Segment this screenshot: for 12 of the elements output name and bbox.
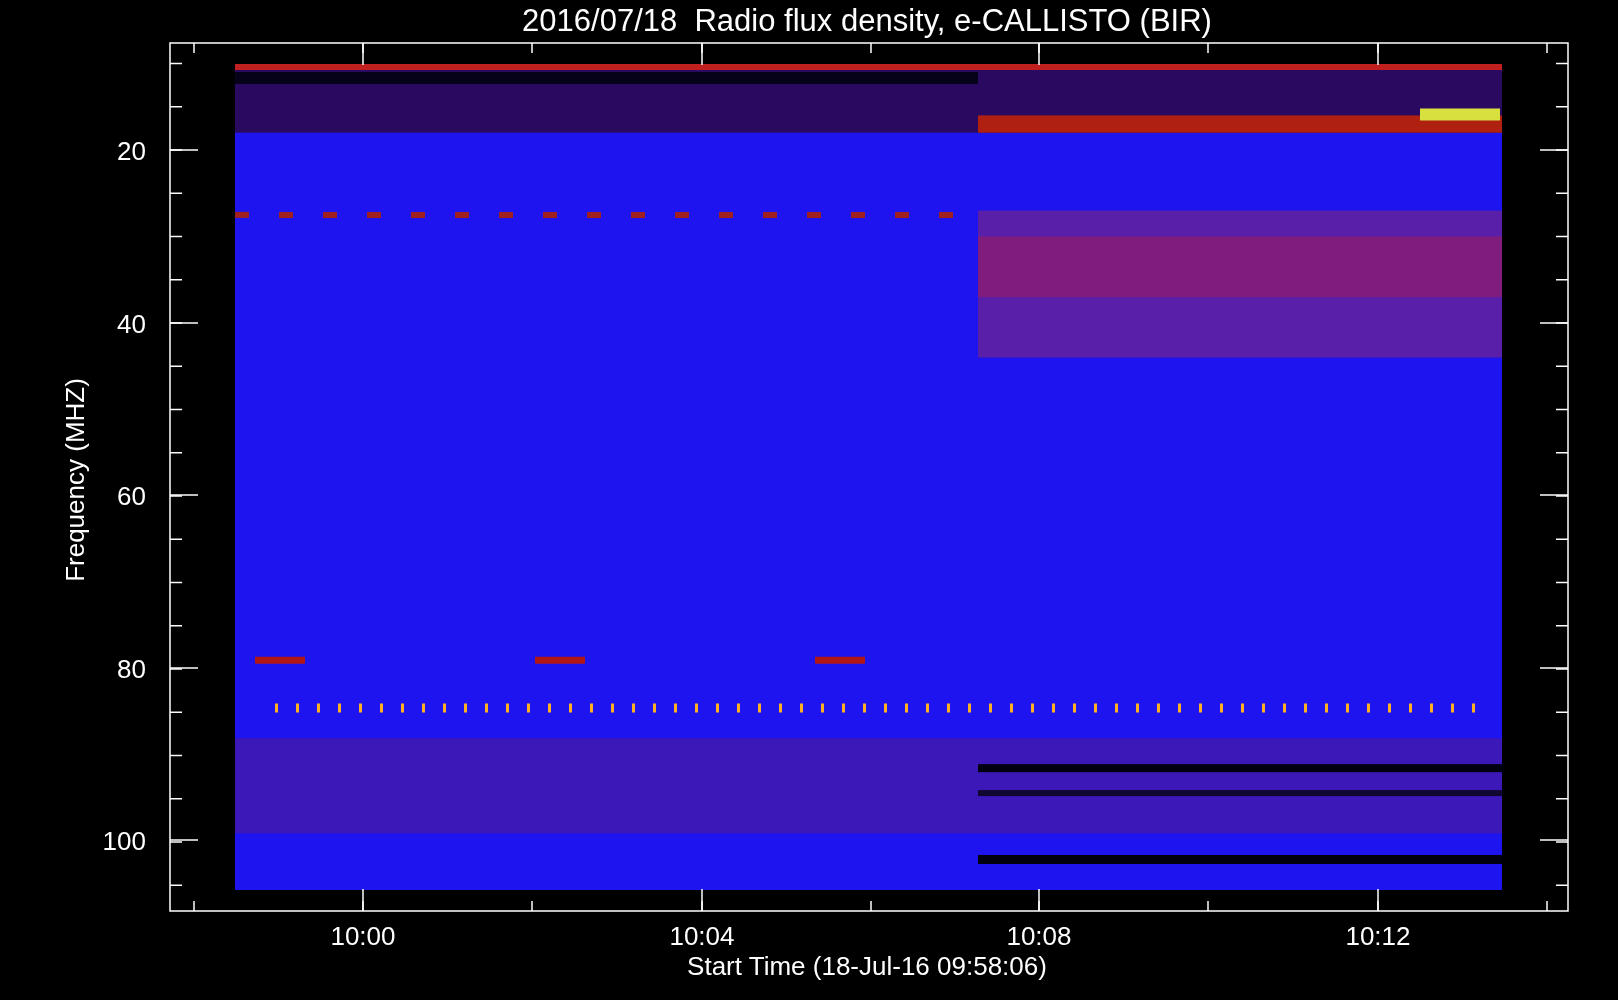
- y-tick-label: 100: [102, 826, 146, 856]
- y-tick-label: 80: [117, 654, 146, 684]
- y-tick-label: 60: [117, 481, 146, 511]
- x-axis-label: Start Time (18-Jul-16 09:58:06): [687, 951, 1047, 981]
- chart-title: 2016/07/18 Radio flux density, e-CALLISTO (BIR): [522, 3, 1212, 38]
- y-axis-label: Frequency (MHZ): [60, 378, 90, 582]
- y-tick-label: 20: [117, 136, 146, 166]
- x-tick-label: 10:00: [330, 921, 396, 951]
- x-tick-label: 10:08: [1006, 921, 1072, 951]
- x-tick-label: 10:04: [669, 921, 735, 951]
- y-tick-label: 40: [117, 309, 146, 339]
- x-tick-label: 10:12: [1345, 921, 1411, 951]
